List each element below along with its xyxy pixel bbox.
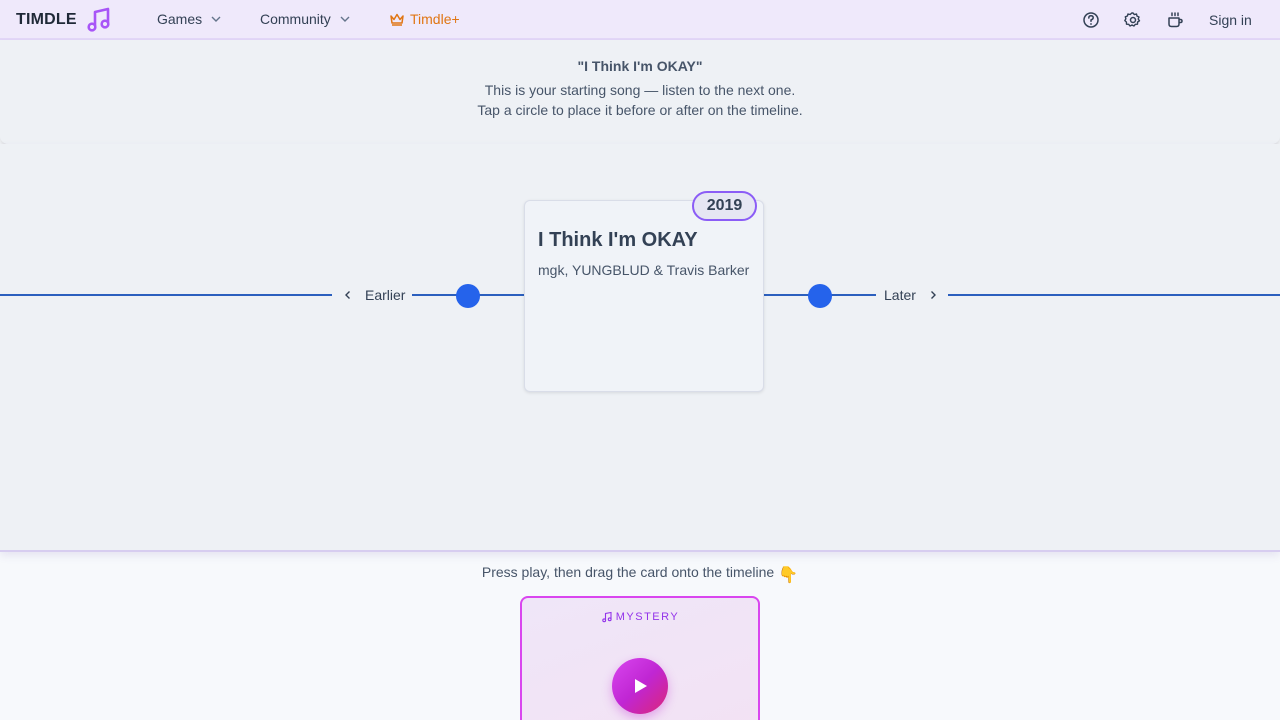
games-menu[interactable]: Games <box>157 11 222 27</box>
later-label: Later <box>884 287 938 303</box>
earlier-label: Earlier <box>343 287 405 303</box>
play-icon <box>635 679 647 693</box>
community-menu[interactable]: Community <box>260 11 351 27</box>
gear-icon[interactable] <box>1123 10 1143 30</box>
timeline-line <box>948 294 1280 296</box>
instruction-line-2: Tap a circle to place it before or after… <box>477 102 803 118</box>
drag-hint: Press play, then drag the card onto the … <box>0 564 1280 585</box>
later-label-text: Later <box>884 287 916 303</box>
sign-in-button[interactable]: Sign in <box>1209 12 1252 28</box>
year-badge: 2019 <box>692 191 757 221</box>
timdle-plus-link[interactable]: Timdle+ <box>389 11 460 27</box>
instruction-line-1: This is your starting song — listen to t… <box>484 82 796 98</box>
brand-name: TIMDLE <box>16 11 77 28</box>
timeline-line <box>0 294 332 296</box>
timeline-area: Earlier I Think I'm OKAY mgk, YUNGBLUD &… <box>0 144 1280 552</box>
starting-song-card: I Think I'm OKAY mgk, YUNGBLUD & Travis … <box>524 200 764 392</box>
community-menu-label: Community <box>260 11 331 27</box>
crown-icon <box>390 13 404 26</box>
games-menu-label: Games <box>157 11 203 27</box>
pointing-down-emoji: 👇 <box>778 567 799 584</box>
music-note-icon <box>87 7 110 32</box>
place-before-slot[interactable] <box>456 284 480 308</box>
place-after-slot[interactable] <box>808 284 832 308</box>
drag-hint-text: Press play, then drag the card onto the … <box>481 564 775 580</box>
mystery-label-text: MYSTERY <box>615 611 680 623</box>
song-artist: mgk, YUNGBLUD & Travis Barker <box>538 262 750 278</box>
timdle-plus-label: Timdle+ <box>410 11 460 27</box>
music-note-icon <box>602 611 612 623</box>
chevron-right-icon <box>930 291 936 299</box>
chevron-down-icon <box>340 16 350 22</box>
brand-logo[interactable]: TIMDLE <box>16 6 113 34</box>
instructions-panel: "I Think I'm OKAY" This is your starting… <box>0 40 1280 144</box>
starting-song-title: "I Think I'm OKAY" <box>577 58 703 74</box>
song-title: I Think I'm OKAY <box>538 229 698 251</box>
help-circle-icon[interactable] <box>1081 10 1101 30</box>
chevron-down-icon <box>211 16 221 22</box>
mystery-label: MYSTERY <box>522 611 758 623</box>
coffee-cup-icon[interactable] <box>1165 10 1185 30</box>
mystery-card[interactable]: MYSTERY <box>520 596 760 720</box>
play-button[interactable] <box>612 658 668 714</box>
earlier-label-text: Earlier <box>365 287 406 303</box>
chevron-left-icon <box>345 291 350 299</box>
top-navbar: TIMDLE Games Community Timdle+ Sign in <box>0 0 1280 40</box>
